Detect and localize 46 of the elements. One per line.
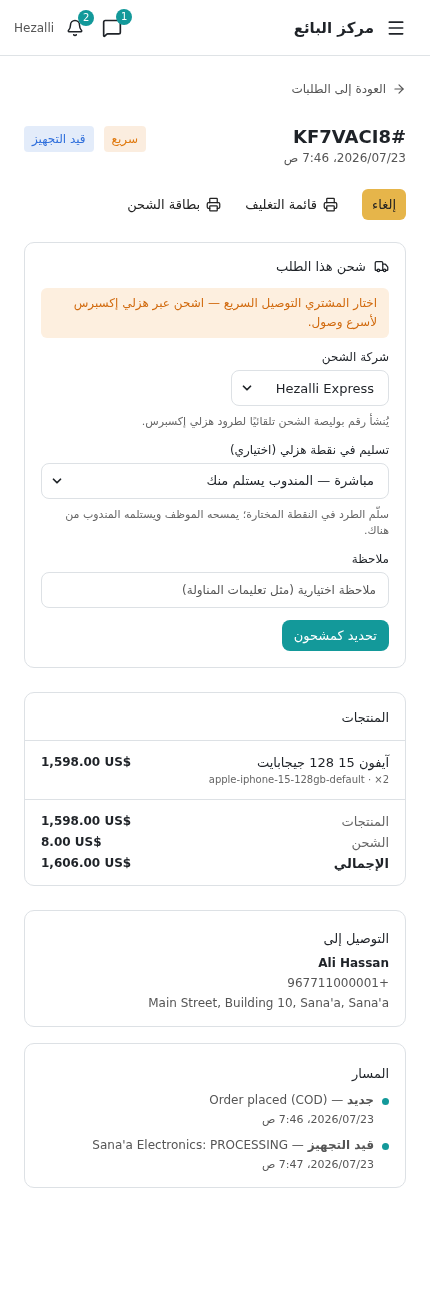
card-title: المسار [350,1065,389,1081]
hint-text: يُنشأ رقم بوليصة الشحن تلقائيًا لطرود هزلي إكسبرس. [140,414,389,431]
print-button[interactable]: بطاقة الشحن [127,197,222,212]
timeline-dot [382,1142,389,1150]
notification-count: 2 [78,9,95,26]
bell-icon[interactable] [66,18,85,37]
truck-icon [374,259,389,274]
card-title: المنتجات [341,709,389,725]
pickup-point-select[interactable]: مباشرة — المندوب يستلم منك [41,462,389,499]
cancel-button[interactable]: إلغاء [362,189,406,220]
total-label: الشحن [351,834,389,850]
status-tag: قيد التجهيز [24,126,94,152]
field-label: تسليم في نقطة هزلي (اختياري) [228,442,389,457]
recipient-name: Ali Hassan [317,955,389,970]
total-label: المنتجات [341,813,389,829]
printer-icon [206,197,222,212]
page-title: مركز البائع [292,18,374,37]
product-sku: apple-iphone-15-128gb-default · ×2 [207,773,389,785]
order-number: KF7VACI8# [292,126,406,147]
carrier-select[interactable]: Hezalli Express [230,370,389,407]
notice-message: اختار المشتري التوصيل السريع — اشحن عبر هزلي إكسبرس لأسرع وصول. [41,288,389,339]
address-text: Main Street, Building 10, Sana'a, Sana'a [147,995,389,1010]
phone-number: 967711000001+ [286,975,389,990]
total-value: 1,598.00 US$ [41,814,132,829]
message-count: 1 [116,8,133,25]
event-time: 2026/07/23، 7:47 ص [261,1157,374,1171]
total-value: 8.00 US$ [41,835,102,850]
printer-icon [323,197,339,212]
total-value: 1,606.00 US$ [41,856,132,871]
event-time: 2026/07/23، 7:46 ص [261,1112,374,1126]
order-date: 2026/07/23، 7:46 ص [283,151,406,165]
note-field[interactable]: ملاحظة اختيارية (مثل تعليمات المناولة) [41,571,389,608]
field-label: شركة الشحن [320,350,389,365]
card-title: التوصيل إلى [322,930,389,946]
status-tag: سريع [103,126,146,152]
brand-name: Hezalli [14,20,55,35]
product-name: آيفون 15 128 جيجابايت [256,754,389,770]
timeline-dot [382,1097,389,1105]
total-label: الإجمالي [333,855,389,871]
product-price: 1,598.00 US$ [41,755,132,770]
print-button[interactable]: قائمة التغليف [245,197,339,212]
card-title: شحن هذا الطلب [275,259,366,274]
field-label: ملاحظة [350,551,389,566]
back-link[interactable]: العودة إلى الطلبات [24,82,406,96]
hint-text: سلّم الطرد في النقطة المختارة؛ يمسحه الموظف ويستلمه المندوب من هناك. [64,506,389,540]
chat-icon[interactable] [102,17,123,38]
